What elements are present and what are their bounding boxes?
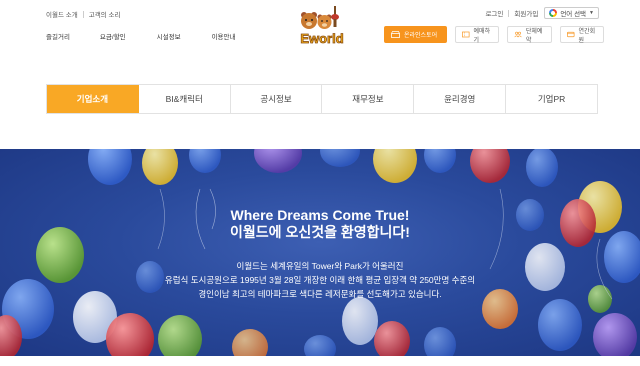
hero-description-line: 이월드는 세계유일의 Tower와 Park가 어울러진 [236,261,404,271]
annual-membership-label: 연간회원 [578,28,596,44]
hero-title: Where Dreams Come True! 이월드에 오신것을 환영합니다! [0,207,640,241]
about-eworld-link[interactable]: 이월드 소개 [46,9,78,19]
ticket-icon [462,31,470,38]
group-reservation-button[interactable]: 단체예약 [507,26,552,44]
reserve-button[interactable]: 예매하기 [455,26,499,44]
group-icon [514,31,522,38]
hero-description-line: 경인이남 최고의 테마파크로 색다른 레저문화를 선도해가고 있습니다. [198,289,442,299]
nav-item-facilities[interactable]: 시설정보 [157,31,181,41]
language-select-label: 언어 선택 [560,11,587,18]
utility-links-left: 이월드 소개 고객의 소리 [46,9,120,19]
hero-description: 이월드는 세계유일의 Tower와 Park가 어울러진 유럽식 도시공원으로 … [0,259,640,301]
nav-item-guide[interactable]: 이용안내 [212,31,236,41]
nav-item-attractions[interactable]: 즐길거리 [46,31,70,41]
annual-membership-button[interactable]: 연간회원 [560,26,604,44]
top-header: 이월드 소개 고객의 소리 로그인 회원가입 언어 선택 ▼ 즐길거리 요금/할… [0,0,640,58]
signup-link[interactable]: 회원가입 [514,8,538,18]
main-nav: 즐길거리 요금/할인 시설정보 이용안내 [46,31,236,41]
divider [82,10,84,18]
divider [508,9,510,17]
language-select[interactable]: 언어 선택 ▼ [544,7,599,19]
reserve-label: 예매하기 [473,28,491,44]
tab-bi-character[interactable]: BI&캐릭터 [139,85,231,113]
tab-financial-info[interactable]: 재무정보 [322,85,415,113]
tab-company-intro[interactable]: 기업소개 [47,85,139,113]
hero-description-line: 유럽식 도시공원으로 1995년 3월 28일 개장한 이래 한해 평균 입장객… [164,275,476,285]
hero-title-korean: 이월드에 오신것을 환영합니다! [230,224,410,240]
online-store-label: 온라인스토어 [404,33,438,39]
customer-voice-link[interactable]: 고객의 소리 [89,9,121,19]
nav-item-pricing[interactable]: 요금/할인 [100,31,126,41]
tab-ethics[interactable]: 윤리경영 [414,85,507,113]
tab-corporate-pr[interactable]: 기업PR [506,85,597,113]
utility-links-right: 로그인 회원가입 언어 선택 ▼ [485,7,599,19]
tab-disclosure[interactable]: 공시정보 [231,85,323,113]
membership-card-icon [567,31,575,38]
logo-wordmark: Eworld [300,31,343,46]
eworld-logo[interactable]: Eworld [290,5,354,49]
hero-title-english: Where Dreams Come True! [230,207,410,223]
google-icon [549,9,558,17]
login-link[interactable]: 로그인 [485,8,503,18]
caret-down-icon: ▼ [589,10,594,16]
store-icon [391,31,400,38]
company-info-tabs: 기업소개 BI&캐릭터 공시정보 재무정보 윤리경영 기업PR [46,84,598,114]
hero-banner: Where Dreams Come True! 이월드에 오신것을 환영합니다!… [0,149,640,356]
quick-action-buttons: 온라인스토어 예매하기 단체예약 연간회원 [384,26,604,44]
balloons-background-image [0,149,640,356]
online-store-button[interactable]: 온라인스토어 [384,26,447,43]
group-reservation-label: 단체예약 [525,28,543,44]
